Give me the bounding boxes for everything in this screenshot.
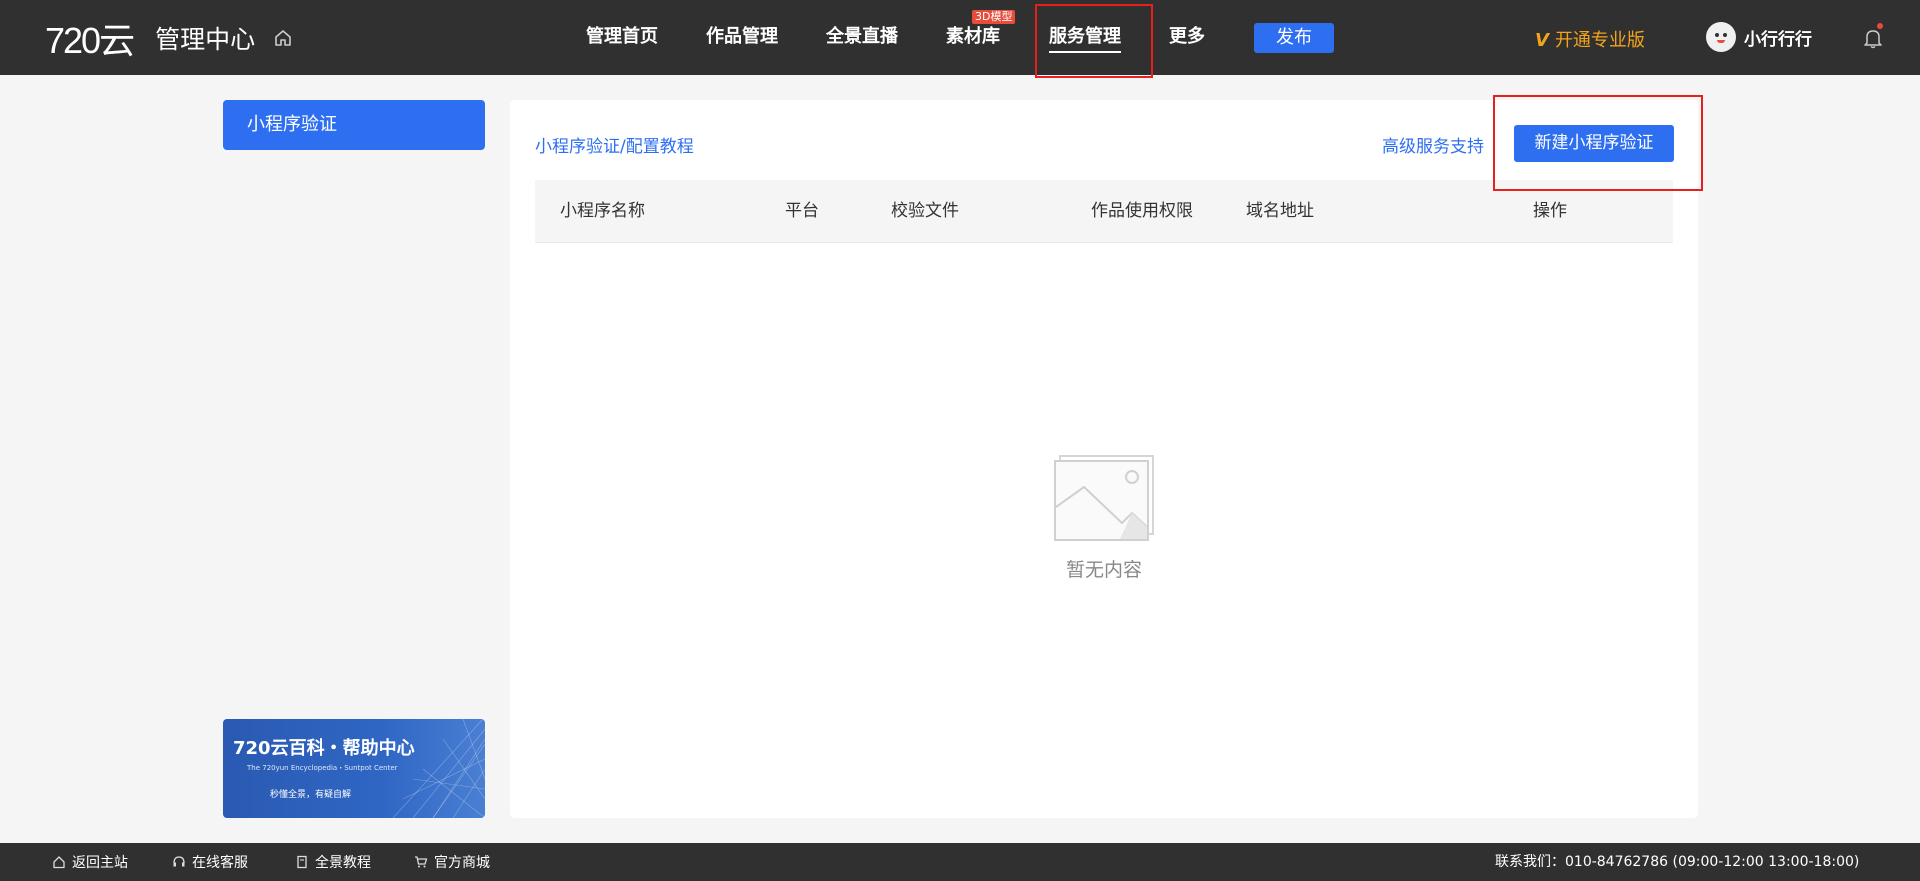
column-header: 小程序名称 [560,201,645,221]
home-icon[interactable] [273,28,293,48]
footer-link-label: 在线客服 [192,855,248,871]
upgrade-pro-label: 开通专业版 [1554,30,1645,51]
user-menu[interactable]: 小行行行 [1706,22,1812,52]
nav-label: 全景直播 [826,26,898,47]
publish-button[interactable]: 发布 [1254,23,1334,53]
nav-label: 更多 [1169,26,1205,47]
app-title: 管理中心 [155,25,256,54]
column-header: 平台 [785,201,819,221]
banner-tagline: 秒懂全景，有疑自解 [270,790,352,800]
column-header: 域名地址 [1246,201,1314,221]
brand-logo: 720云 [45,20,135,61]
logo[interactable]: 720云 管理中心 [45,16,256,61]
column-header: 作品使用权限 [1091,201,1193,221]
banner-title: 720云百科・帮助中心 [233,738,415,759]
book-icon [297,855,307,869]
avatar [1706,22,1736,52]
new-miniprogram-verify-button[interactable]: 新建小程序验证 [1514,125,1674,162]
sidebar-item-miniprogram-verify[interactable]: 小程序验证 [223,100,485,150]
nav-works[interactable]: 作品管理 [706,0,778,75]
footer-support-link[interactable]: 在线客服 [172,843,248,881]
home-icon [53,856,65,869]
footer-home-link[interactable]: 返回主站 [52,843,128,881]
bell-icon[interactable] [1862,27,1884,49]
empty-state: 暂无内容 [510,455,1698,582]
footer-link-label: 返回主站 [72,855,128,871]
contact-info: 联系我们：010-84762786 (09:00-12:00 13:00-18:… [1495,854,1860,870]
footer-link-label: 全景教程 [315,855,371,871]
help-center-banner[interactable]: 720云百科・帮助中心 The 720yun Encyclopedia・Sunt… [223,719,485,818]
notification-dot [1877,23,1883,29]
banner-subtitle: The 720yun Encyclopedia・Suntpot Center [247,764,398,772]
username: 小行行行 [1744,29,1812,50]
advanced-support-link[interactable]: 高级服务支持 [1382,132,1484,157]
headset-icon [173,856,185,867]
nav-label: 作品管理 [706,26,778,47]
nav-assets[interactable]: 素材库 3D模型 [946,0,1016,75]
nav-label: 服务管理 [1049,26,1121,53]
nav-label: 素材库 [946,26,1000,47]
footer-store-link[interactable]: 官方商城 [414,843,490,881]
vip-icon: V [1535,30,1549,51]
top-navbar: 720云 管理中心 管理首页 作品管理 全景直播 素材库 3D模型 服务管理 更… [0,0,1920,78]
table-header: 小程序名称 平台 校验文件 作品使用权限 域名地址 操作 [535,180,1673,243]
empty-text: 暂无内容 [1065,559,1142,581]
nav-live[interactable]: 全景直播 [826,0,898,75]
column-header: 操作 [1533,201,1567,221]
column-header: 校验文件 [891,201,959,221]
footer-link-label: 官方商城 [434,855,490,871]
config-tutorial-link[interactable]: 小程序验证/配置教程 [535,132,694,157]
3d-model-badge: 3D模型 [972,10,1016,24]
cart-icon [415,856,428,868]
main-panel: 小程序验证/配置教程 高级服务支持 新建小程序验证 小程序名称 平台 校验文件 … [510,100,1698,818]
footer-bar: 返回主站 在线客服 全景教程 官方商城 联系我们：010-84762786 (0… [0,843,1920,881]
nav-label: 管理首页 [586,26,658,47]
upgrade-pro-link[interactable]: V 开通专业版 [1535,26,1645,52]
footer-tutorial-link[interactable]: 全景教程 [295,843,371,881]
empty-image-icon [1054,455,1154,541]
nav-services[interactable]: 服务管理 [1049,0,1121,75]
nav-more[interactable]: 更多 [1169,0,1205,75]
nav-home[interactable]: 管理首页 [586,0,658,75]
